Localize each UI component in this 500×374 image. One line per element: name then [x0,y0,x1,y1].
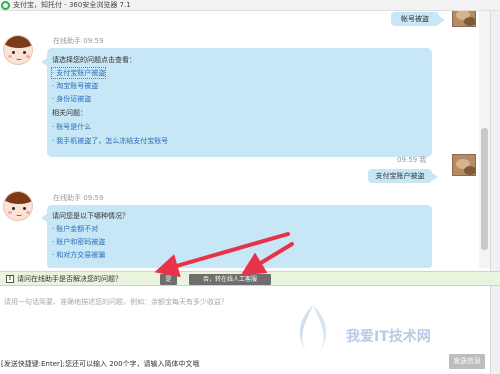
assistant-msg-1-time: 09:59 [83,37,104,45]
assistant-msg-2-sender: 在线助手 [53,194,81,202]
composer-hint: [发送快捷键:Enter];您还可以输入 200个字，请输入简体中文哦 [1,360,200,368]
message-input[interactable] [0,287,490,353]
assistant-bubble-2: 请问您是以下哪种情况？ · 账户金额不对 · 账户和密码被盗 · 和对方交易被骗 [47,205,432,268]
user-msg-sender: 我 [419,156,427,164]
feedback-question: 请问在线助手是否解决您的问题？ [17,275,122,283]
user-msg-time: 09:59 [397,156,418,164]
assistant-msg-2-time: 09:59 [83,194,104,202]
assistant-msg-1-intro: 请选择您的问题点击查看： [52,56,136,64]
assistant-msg-2-meta: 在线助手 09:59 [53,193,103,203]
window-title: 支付宝，知托付 - 360安全浏览器 7.1 [13,1,131,9]
assistant-msg-1-meta: 在线助手 09:59 [53,36,103,46]
assistant-avatar-2 [3,191,33,221]
user-avatar [452,154,476,176]
option-alipay-account-stolen[interactable]: · 支付宝账户被盗 [50,67,107,79]
exclamation-icon: ! [6,275,14,283]
feedback-bar: ! 请问在线助手是否解决您的问题？ 是 否，转在线人工客服 [0,271,500,286]
user-bubble-top: 帐号被盗 [391,12,445,26]
related-questions-title: 相关问题： [52,109,87,117]
option-trade-scam[interactable]: · 和对方交易被骗 [52,250,105,260]
transfer-human-button[interactable]: 否，转在线人工客服 [189,274,271,285]
user-avatar-top [452,11,476,27]
user-bubble: 支付宝账户被盗 [368,169,438,183]
assistant-bubble-1: 请选择您的问题点击查看： · 支付宝账户被盗 · 淘宝账号被盗 · 身份证被盗 相关问… [47,48,432,157]
user-bubble-text: 支付宝账户被盗 [375,172,425,180]
title-bar: 支付宝，知托付 - 360安全浏览器 7.1 [0,0,500,11]
chat-scrollbar-thumb[interactable] [481,128,488,250]
resolved-yes-button[interactable]: 是 [160,274,177,285]
browser-logo-icon [1,1,10,10]
right-panel-edge [490,11,500,374]
option-id-card-stolen[interactable]: · 身份证被盗 [52,94,91,104]
assistant-avatar [3,35,33,65]
option-taobao-account-stolen[interactable]: · 淘宝账号被盗 [52,81,98,91]
option-account-password-stolen[interactable]: · 账户和密码被盗 [52,237,105,247]
user-msg-meta: 09:59 我 [397,155,426,165]
related-what-is-account[interactable]: · 账号是什么 [52,122,91,132]
assistant-msg-1-sender: 在线助手 [53,37,81,45]
send-button[interactable]: 发送信息 [449,354,485,369]
user-bubble-top-text: 帐号被盗 [401,15,429,23]
chat-history[interactable]: 帐号被盗 在线助手 09:59 请选择您的问题点击查看： · 支付宝账户被盗 · 淘… [0,11,476,268]
option-balance-wrong[interactable]: · 账户金额不对 [52,224,98,234]
related-phone-stolen-freeze[interactable]: · 我手机被盗了，怎么冻结支付宝账号 [52,136,168,146]
assistant-msg-2-intro: 请问您是以下哪种情况？ [52,212,129,220]
